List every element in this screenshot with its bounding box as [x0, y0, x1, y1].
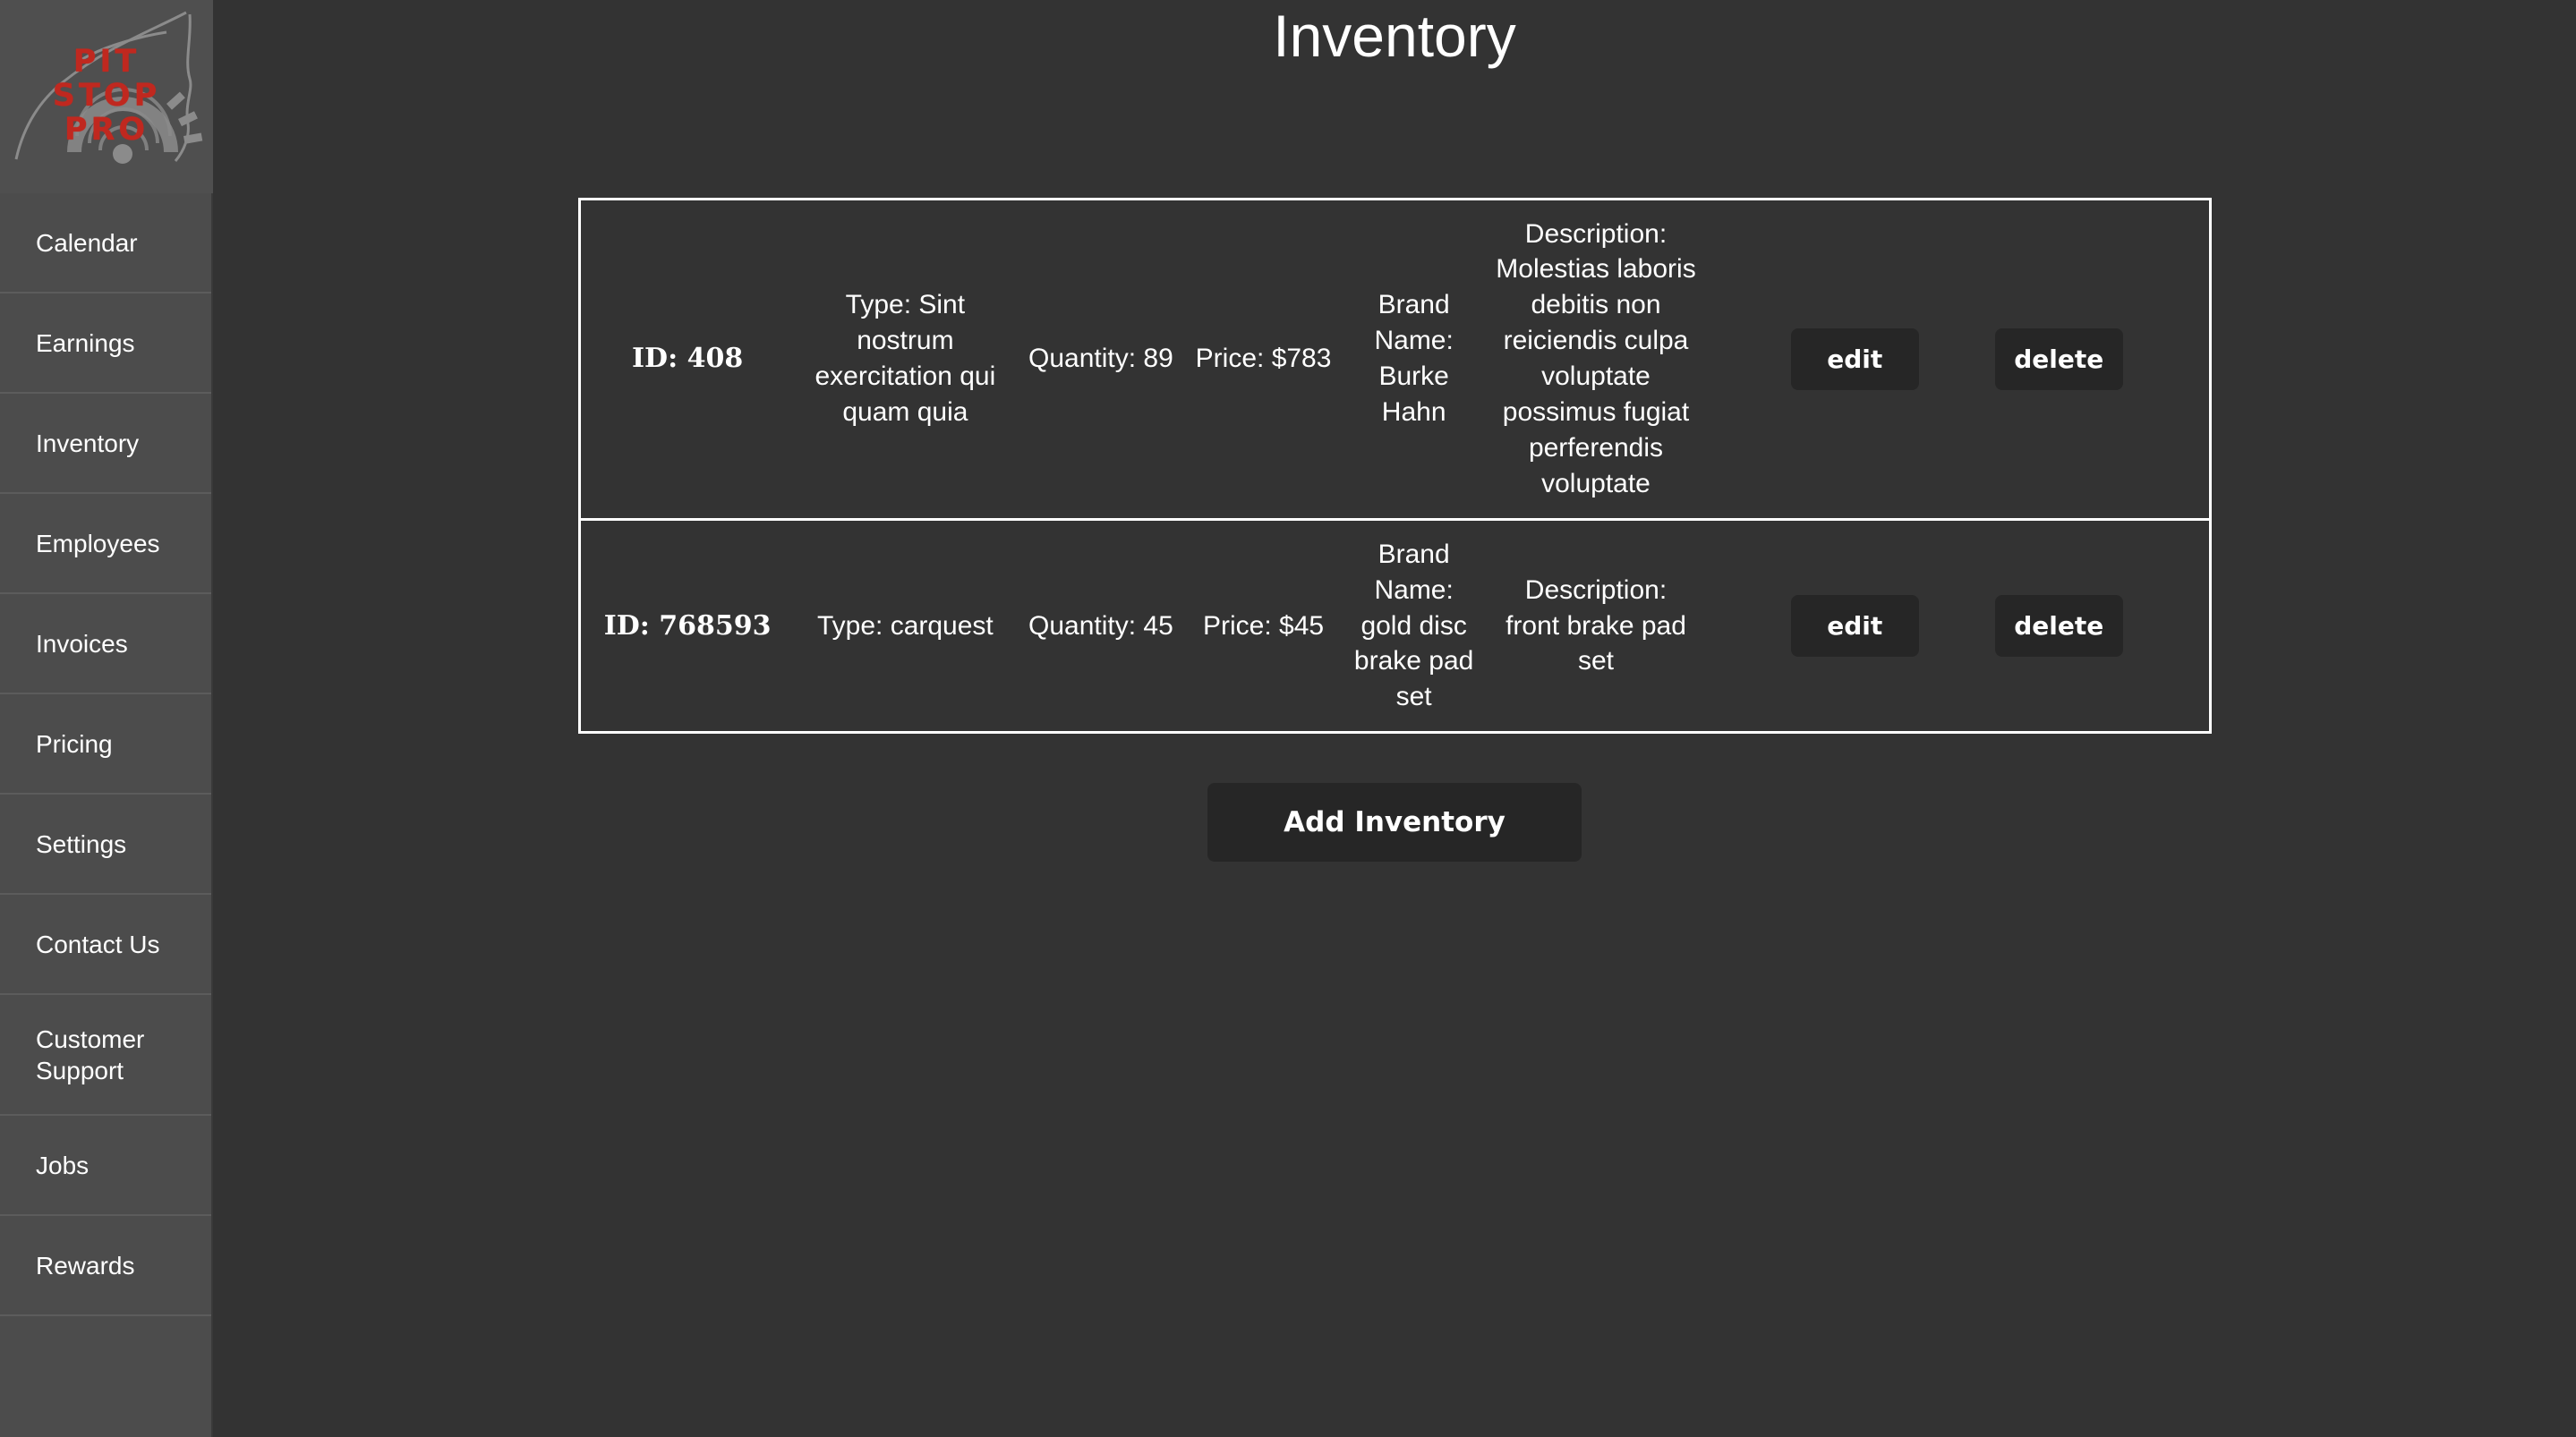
app-root: PIT STOP PRO Calendar Earnings Inventory… — [0, 0, 2576, 1437]
inventory-brand-cell: Brand Name: Burke Hahn — [1374, 290, 1454, 428]
sidebar-item-invoices[interactable]: Invoices — [0, 594, 211, 694]
sidebar-item-jobs[interactable]: Jobs — [0, 1116, 211, 1216]
inventory-quantity-cell: Quantity: 89 — [1028, 344, 1173, 374]
sidebar-item-label: Employees — [36, 529, 160, 557]
add-inventory-container: Add Inventory — [578, 783, 2212, 863]
delete-button[interactable]: delete — [1994, 594, 2123, 657]
sidebar-item-label: Inventory — [36, 429, 140, 457]
sidebar-item-label: Rewards — [36, 1251, 135, 1280]
app-logo[interactable]: PIT STOP PRO — [0, 0, 213, 193]
inventory-id-cell: ID: 768593 — [579, 517, 795, 733]
logo-line-2: STOP — [52, 78, 161, 115]
logo-text: PIT STOP PRO — [0, 0, 213, 193]
sidebar: PIT STOP PRO Calendar Earnings Inventory… — [0, 0, 213, 1437]
inventory-price-cell: Price: $783 — [1195, 344, 1332, 374]
inventory-type-cell: Type: Sint nostrum exercitation qui quam… — [815, 290, 996, 428]
sidebar-item-rewards[interactable]: Rewards — [0, 1216, 211, 1316]
sidebar-item-settings[interactable]: Settings — [0, 795, 211, 895]
logo-line-1: PIT — [73, 44, 141, 81]
inventory-type-cell: Type: carquest — [794, 517, 1017, 733]
sidebar-nav: Calendar Earnings Inventory Employees In… — [0, 193, 211, 1437]
add-inventory-button[interactable]: Add Inventory — [1207, 783, 1582, 863]
inventory-brand-cell: Brand Name: gold disc brake pad set — [1341, 517, 1487, 733]
sidebar-item-employees[interactable]: Employees — [0, 494, 211, 594]
sidebar-item-label: Contact Us — [36, 930, 160, 958]
delete-button[interactable]: delete — [1994, 327, 2123, 390]
sidebar-item-label: Jobs — [36, 1151, 90, 1179]
row-action-group: edit delete — [1714, 327, 2200, 390]
sidebar-item-pricing[interactable]: Pricing — [0, 694, 211, 795]
inventory-table: ID: 408 Type: Sint nostrum exercitation … — [577, 197, 2212, 735]
inventory-description-cell: Description: Molestias laboris debitis n… — [1496, 218, 1696, 498]
sidebar-item-label: Settings — [36, 829, 127, 858]
inventory-table-container: ID: 408 Type: Sint nostrum exercitation … — [577, 197, 2212, 735]
sidebar-item-label: Pricing — [36, 729, 113, 758]
sidebar-item-label: Invoices — [36, 629, 128, 658]
sidebar-filler — [0, 1316, 211, 1437]
inventory-quantity-cell: Quantity: 45 — [1016, 517, 1186, 733]
row-action-group: edit delete — [1714, 594, 2200, 657]
sidebar-item-label: Calendar — [36, 228, 138, 257]
sidebar-item-earnings[interactable]: Earnings — [0, 293, 211, 394]
sidebar-item-calendar[interactable]: Calendar — [0, 193, 211, 293]
main-content: Inventory ID: 408 Type: Sint nostrum exe… — [213, 0, 2576, 1437]
page-title: Inventory — [1273, 3, 1516, 69]
sidebar-item-inventory[interactable]: Inventory — [0, 394, 211, 494]
sidebar-item-label: Earnings — [36, 328, 135, 357]
edit-button[interactable]: edit — [1790, 594, 1919, 657]
edit-button[interactable]: edit — [1790, 327, 1919, 390]
inventory-actions-cell: edit delete — [1705, 517, 2210, 733]
sidebar-item-customer-support[interactable]: Customer Support — [0, 995, 211, 1116]
sidebar-item-contact-us[interactable]: Contact Us — [0, 895, 211, 995]
table-row: ID: 408 Type: Sint nostrum exercitation … — [579, 199, 2210, 519]
table-row: ID: 768593 Type: carquest Quantity: 45 P… — [579, 517, 2210, 733]
inventory-description-cell: Description: front brake pad set — [1486, 517, 1705, 733]
logo-line-3: PRO — [64, 111, 149, 148]
inventory-price-cell: Price: $45 — [1185, 517, 1342, 733]
inventory-actions-cell: edit delete — [1705, 199, 2210, 519]
sidebar-item-label: Customer Support — [36, 1025, 145, 1084]
inventory-id-cell: ID: 408 — [632, 343, 744, 375]
